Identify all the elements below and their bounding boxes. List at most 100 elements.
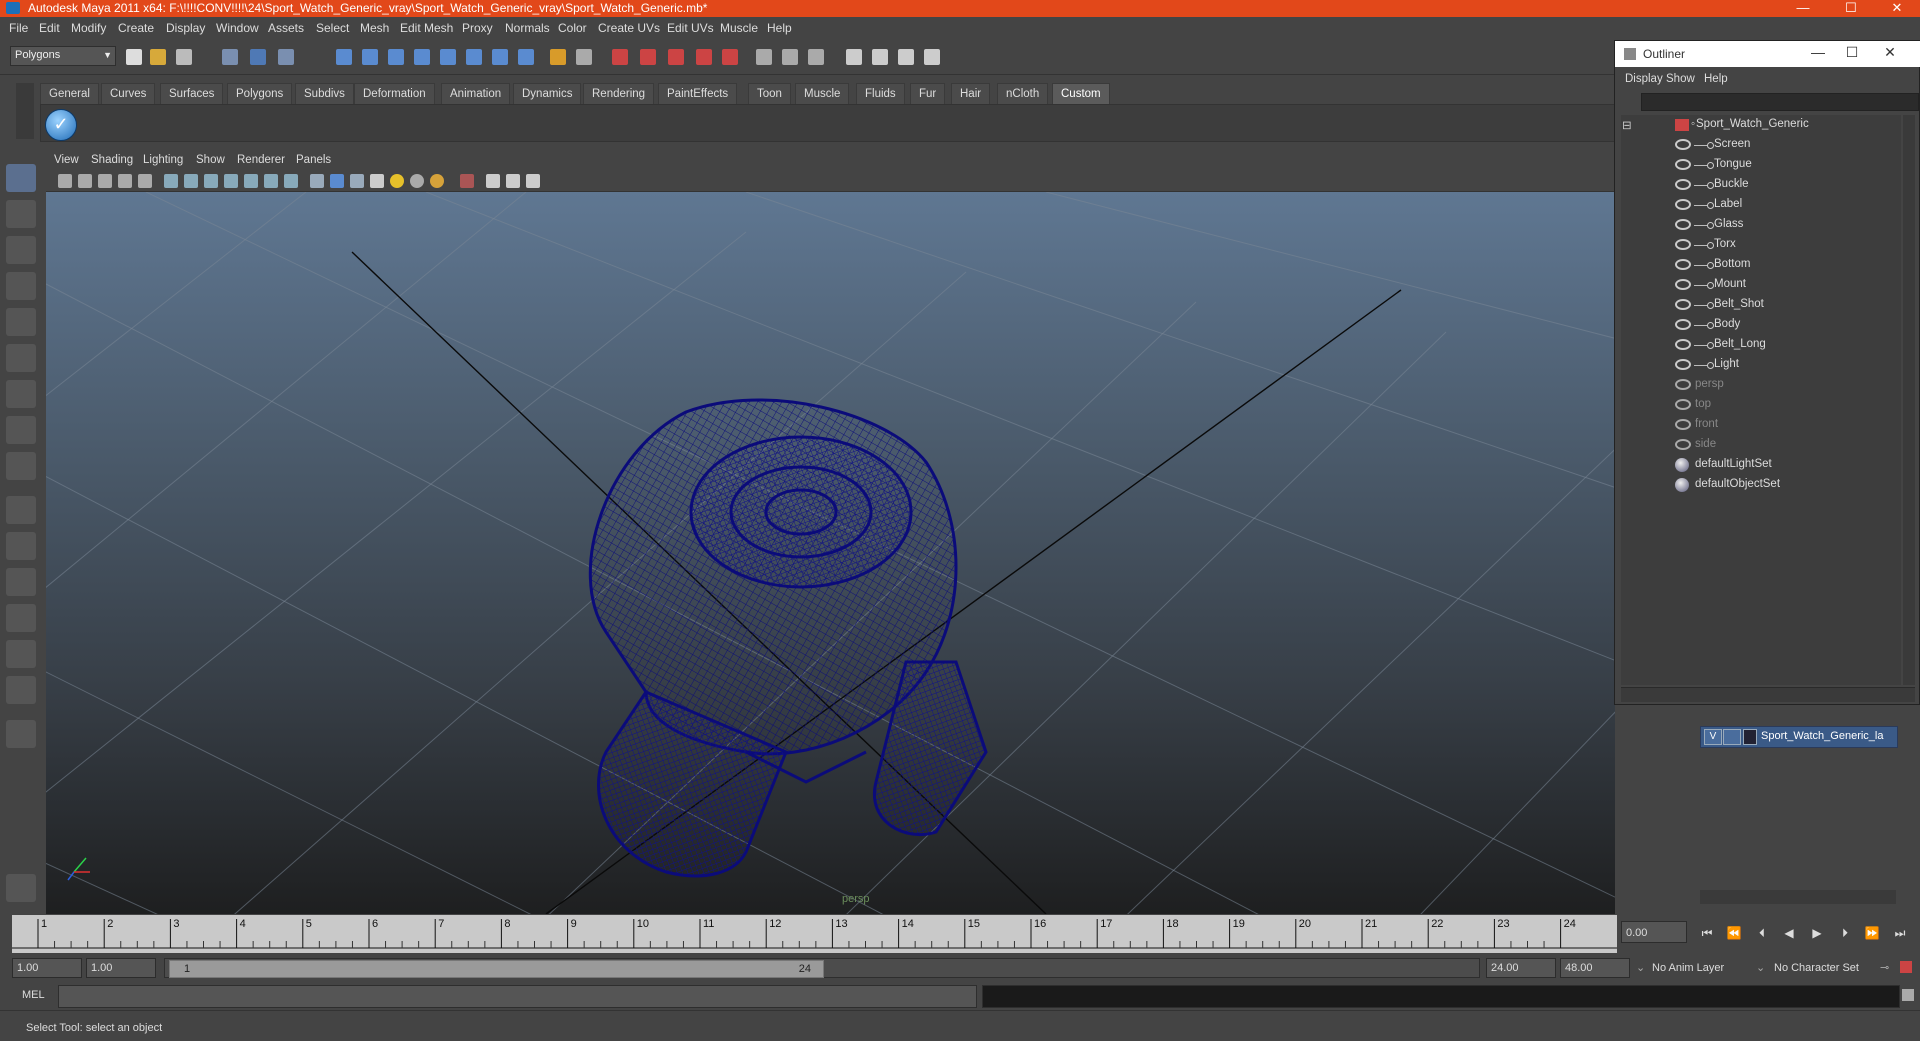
end-time-field[interactable]: 48.00 [1560, 958, 1630, 978]
outliner-maximize-button[interactable]: ☐ [1837, 44, 1867, 61]
xray-icon[interactable] [486, 174, 500, 188]
tab-rendering[interactable]: Rendering [583, 83, 655, 105]
isolate-select-icon[interactable] [460, 174, 474, 188]
play-backward-icon[interactable]: ◀ [1779, 926, 1799, 942]
menu-create[interactable]: Create [118, 21, 154, 35]
channel-layer-icon[interactable] [898, 49, 914, 65]
select-hierarchy-icon[interactable] [222, 49, 238, 65]
tab-dynamics[interactable]: Dynamics [513, 83, 582, 105]
layer-playback-toggle[interactable] [1723, 729, 1741, 745]
outliner-menu-help[interactable]: Help [1704, 73, 1728, 85]
field-chart-icon[interactable] [244, 174, 258, 188]
tab-custom[interactable]: Custom [1052, 83, 1110, 105]
outliner-item[interactable]: Glass [1621, 215, 1901, 235]
xray-joints-icon[interactable] [506, 174, 520, 188]
menu-muscle[interactable]: Muscle [720, 21, 758, 35]
gate-mask-icon[interactable] [224, 174, 238, 188]
go-to-end-icon[interactable]: ⏭ [1890, 926, 1910, 942]
single-pane-layout-icon[interactable] [6, 496, 36, 524]
outliner-vertical-scrollbar[interactable] [1903, 115, 1915, 685]
outliner-item[interactable]: Bottom [1621, 255, 1901, 275]
four-pane-layout-icon[interactable] [6, 532, 36, 560]
current-time-field[interactable]: 0.00 [1621, 921, 1687, 943]
outliner-item[interactable]: Torx [1621, 235, 1901, 255]
shadows-icon[interactable] [430, 174, 444, 188]
layer-color-swatch[interactable] [1743, 729, 1757, 745]
maximize-button[interactable]: ☐ [1828, 0, 1874, 17]
lock-icon[interactable] [550, 49, 566, 65]
chevron-down-icon[interactable]: ⌄ [1756, 958, 1765, 978]
tab-toon[interactable]: Toon [748, 83, 791, 105]
film-gate-icon[interactable] [184, 174, 198, 188]
menu-help[interactable]: Help [767, 21, 792, 35]
vp-menu-lighting[interactable]: Lighting [143, 154, 183, 166]
layer-visibility-toggle[interactable]: V [1704, 729, 1722, 745]
input-line-icon[interactable] [756, 49, 772, 65]
menu-mesh[interactable]: Mesh [360, 21, 389, 35]
help-query-icon[interactable] [518, 49, 534, 65]
move-tool-icon[interactable] [6, 272, 36, 300]
outliner-minimize-button[interactable]: — [1803, 44, 1833, 60]
chevron-down-icon[interactable]: ⌄ [1636, 958, 1645, 978]
make-live-icon[interactable] [440, 49, 456, 65]
checkmark-icon[interactable]: ✓ [45, 109, 77, 141]
command-input[interactable] [58, 985, 977, 1008]
select-object-icon[interactable] [250, 49, 266, 65]
menu-edit[interactable]: Edit [39, 21, 60, 35]
history-icon[interactable] [466, 49, 482, 65]
menu-normals[interactable]: Normals [505, 21, 550, 35]
outliner-item[interactable]: Belt_Shot [1621, 295, 1901, 315]
character-set-dropdown[interactable]: No Character Set [1774, 958, 1859, 978]
render-icon[interactable] [612, 49, 628, 65]
menu-set-dropdown[interactable]: Polygons ▼ [10, 46, 116, 66]
tab-fluids[interactable]: Fluids [856, 83, 905, 105]
select-tool-icon[interactable] [6, 164, 36, 192]
outliner-item[interactable]: Light [1621, 355, 1901, 375]
minimize-button[interactable]: — [1780, 0, 1826, 17]
transform-icon[interactable] [782, 49, 798, 65]
camera-attributes-icon[interactable] [78, 174, 92, 188]
new-scene-icon[interactable] [126, 49, 142, 65]
outliner-filter-input[interactable] [1641, 93, 1919, 111]
ipr-render-icon[interactable] [640, 49, 656, 65]
menu-modify[interactable]: Modify [71, 21, 106, 35]
menu-proxy[interactable]: Proxy [462, 21, 493, 35]
construction-icon[interactable] [492, 49, 508, 65]
save-scene-icon[interactable] [176, 49, 192, 65]
tab-painteffects[interactable]: PaintEffects [658, 83, 738, 105]
menu-display[interactable]: Display [166, 21, 205, 35]
play-forward-icon[interactable]: ▶ [1807, 926, 1827, 942]
tab-general[interactable]: General [40, 83, 99, 105]
outliner-camera[interactable]: side [1621, 435, 1901, 455]
layout-icon[interactable] [924, 49, 940, 65]
menu-create-uvs[interactable]: Create UVs [598, 21, 660, 35]
outliner-menu-display[interactable]: Display [1625, 73, 1663, 85]
tab-ncloth[interactable]: nCloth [997, 83, 1049, 105]
wireframe-icon[interactable] [310, 174, 324, 188]
menu-color[interactable]: Color [558, 21, 587, 35]
tab-subdivs[interactable]: Subdivs [295, 83, 354, 105]
smooth-shade-icon[interactable] [330, 174, 344, 188]
attribute-editor-icon[interactable] [846, 49, 862, 65]
outliner-root-row[interactable]: ⊟ ◦ Sport_Watch_Generic [1621, 115, 1901, 135]
outliner-horizontal-scrollbar[interactable] [1621, 687, 1915, 702]
step-forward-key-icon[interactable]: ⏩ [1862, 926, 1882, 942]
hypershade-layout-icon[interactable] [6, 640, 36, 668]
start-time-field[interactable]: 1.00 [12, 958, 82, 978]
tab-deformation[interactable]: Deformation [354, 83, 435, 105]
outliner-item[interactable]: Label [1621, 195, 1901, 215]
collapse-icon[interactable]: ⊟ [1622, 118, 1632, 132]
render-settings-icon[interactable] [668, 49, 684, 65]
step-back-frame-icon[interactable]: ⏴ [1752, 926, 1772, 942]
all-lights-icon[interactable] [410, 174, 424, 188]
close-button[interactable]: ✕ [1874, 0, 1920, 17]
outliner-set[interactable]: defaultLightSet [1621, 455, 1901, 475]
split-layout-icon[interactable] [6, 676, 36, 704]
perspective-viewport[interactable]: persp [46, 192, 1615, 914]
outliner-camera[interactable]: front [1621, 415, 1901, 435]
script-editor-icon[interactable] [1902, 989, 1914, 1001]
outliner-camera[interactable]: top [1621, 395, 1901, 415]
bookmark-icon[interactable] [98, 174, 112, 188]
step-back-key-icon[interactable]: ⏪ [1724, 926, 1744, 942]
menu-file[interactable]: File [9, 21, 28, 35]
